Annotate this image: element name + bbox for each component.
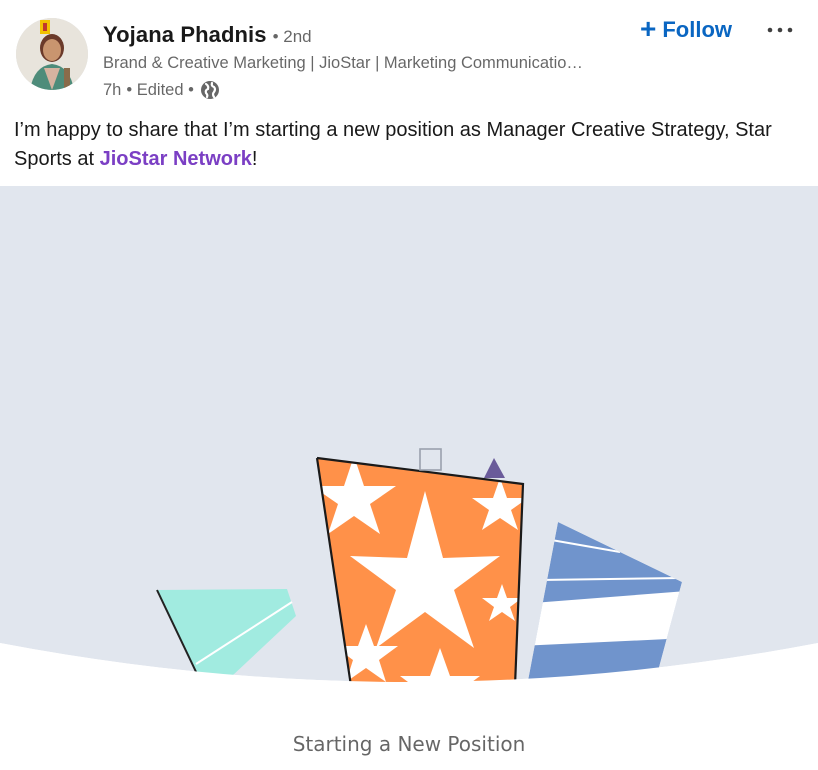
globe-icon bbox=[200, 80, 220, 100]
media-caption: Starting a New Position bbox=[292, 732, 526, 756]
ellipsis-icon bbox=[767, 27, 793, 33]
follow-label: Follow bbox=[662, 17, 733, 42]
more-options-button[interactable] bbox=[760, 14, 800, 46]
connection-degree: • 2nd bbox=[272, 27, 312, 46]
post-body: I’m happy to share that I’m starting a n… bbox=[14, 116, 804, 174]
author-headline: Brand & Creative Marketing | JioStar | M… bbox=[103, 54, 583, 72]
author-name-row: Yojana Phadnis • 2nd bbox=[103, 22, 312, 48]
plus-icon: + bbox=[640, 13, 657, 44]
company-mention-link[interactable]: JioStar Network bbox=[100, 148, 252, 170]
post-text-after: ! bbox=[251, 148, 258, 170]
new-position-illustration bbox=[0, 186, 818, 770]
author-name[interactable]: Yojana Phadnis bbox=[103, 22, 267, 48]
celebration-image[interactable] bbox=[0, 186, 818, 770]
follow-button[interactable]: + Follow bbox=[636, 14, 736, 46]
post-meta: 7h • Edited • bbox=[103, 80, 220, 100]
avatar[interactable] bbox=[16, 18, 88, 90]
post-time: 7h bbox=[103, 80, 122, 99]
post-header: Yojana Phadnis • 2nd Brand & Creative Ma… bbox=[0, 0, 818, 110]
edited-label: • Edited • bbox=[126, 80, 194, 99]
